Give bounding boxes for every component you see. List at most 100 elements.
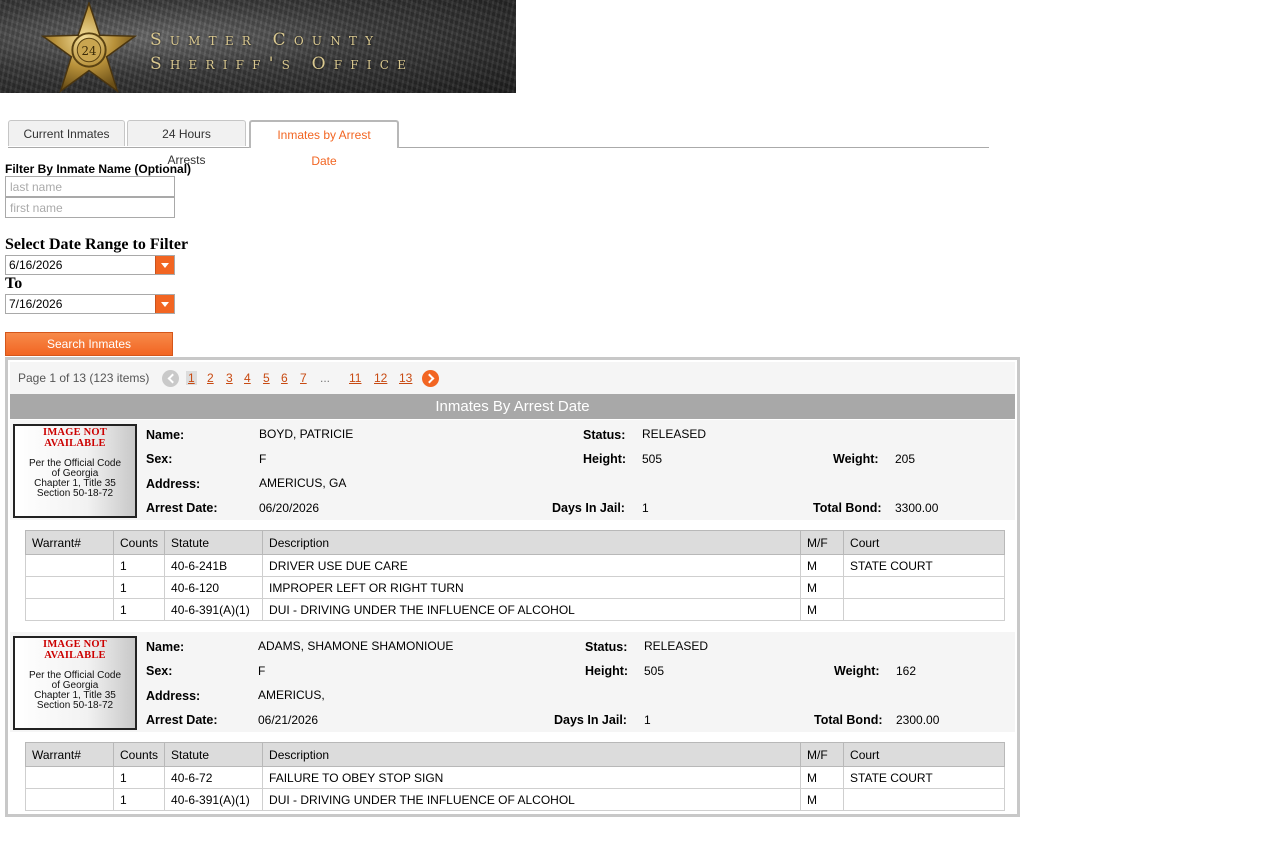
statute-cell: 40-6-391(A)(1) <box>164 598 264 621</box>
address-label: Address: <box>146 689 201 703</box>
page-ellipsis[interactable]: ... <box>320 371 330 385</box>
inmate-height: 505 <box>642 452 663 466</box>
col-statute: Statute <box>164 530 264 555</box>
search-inmates-button[interactable]: Search Inmates <box>5 332 173 356</box>
inmate-photo-placeholder: IMAGE NOT AVAILABLE Per the Official Cod… <box>13 636 137 730</box>
table-row: 1 40-6-120 IMPROPER LEFT OR RIGHT TURN M <box>25 576 1005 599</box>
to-label: To <box>5 275 23 292</box>
page-11[interactable]: 11 <box>349 371 361 385</box>
col-mf: M/F <box>800 530 845 555</box>
inmate-weight: 162 <box>896 664 917 678</box>
court-cell <box>843 598 1005 621</box>
mf-cell: M <box>800 766 845 789</box>
page-3[interactable]: 3 <box>226 371 233 385</box>
page-4[interactable]: 4 <box>244 371 251 385</box>
warrant-cell <box>25 766 114 789</box>
tab-24-hours-arrests[interactable]: 24 Hours Arrests <box>127 120 246 167</box>
inmates-grid: Page 1 of 13 (123 items) 1 2 3 4 5 6 7 .… <box>5 357 1020 817</box>
address-label: Address: <box>146 477 201 491</box>
inmate-sex: F <box>258 664 266 678</box>
total-bond-label: Total Bond: <box>814 713 883 727</box>
pager: Page 1 of 13 (123 items) 1 2 3 4 5 6 7 .… <box>10 362 1015 394</box>
inmate-status: RELEASED <box>642 427 707 441</box>
counts-cell: 1 <box>112 766 166 789</box>
table-row: 1 40-6-241B DRIVER USE DUE CARE M STATE … <box>25 554 1005 577</box>
tab-inmates-by-arrest-date[interactable]: Inmates by Arrest Date <box>249 120 399 168</box>
inmate-days-in-jail: 1 <box>644 713 651 727</box>
badge-number: 24 <box>82 44 97 58</box>
charges-header-row: Warrant# Counts Statute Description M/F … <box>25 530 1005 555</box>
status-label: Status: <box>583 428 626 442</box>
col-counts: Counts <box>112 530 166 555</box>
inmate-status: RELEASED <box>644 639 709 653</box>
days-in-jail-label: Days In Jail: <box>552 501 625 515</box>
description-cell: DUI - DRIVING UNDER THE INFLUENCE OF ALC… <box>262 598 802 621</box>
inmate-arrest-date: 06/20/2026 <box>259 501 320 515</box>
inmate-sex: F <box>259 452 267 466</box>
page-1[interactable]: 1 <box>186 371 197 385</box>
page-6[interactable]: 6 <box>281 371 288 385</box>
sheriff-star-icon: 24 <box>40 2 138 93</box>
description-cell: FAILURE TO OBEY STOP SIGN <box>262 766 802 789</box>
inmate-name: ADAMS, SHAMONE SHAMONIOUE <box>258 639 454 653</box>
name-label: Name: <box>146 428 185 442</box>
next-page-icon[interactable] <box>422 370 439 387</box>
official-code-text: Per the Official Code of Georgia Chapter… <box>28 670 122 711</box>
prev-page-icon[interactable] <box>162 370 179 387</box>
col-counts: Counts <box>112 742 166 767</box>
banner-line-1: Sumter County <box>150 30 382 50</box>
col-statute: Statute <box>164 742 264 767</box>
arrest-date-label: Arrest Date: <box>146 713 218 727</box>
col-court: Court <box>843 530 1005 555</box>
chevron-down-icon[interactable] <box>155 256 174 274</box>
date-range-label: Select Date Range to Filter <box>5 236 189 253</box>
name-label: Name: <box>146 640 185 654</box>
counts-cell: 1 <box>112 554 166 577</box>
col-description: Description <box>262 530 802 555</box>
warrant-cell <box>25 554 114 577</box>
charges-header-row: Warrant# Counts Statute Description M/F … <box>25 742 1005 767</box>
page-12[interactable]: 12 <box>374 371 387 385</box>
weight-label: Weight: <box>834 664 880 678</box>
inmate-details: IMAGE NOT AVAILABLE Per the Official Cod… <box>10 632 1015 732</box>
charges-table: Warrant# Counts Statute Description M/F … <box>25 742 1005 811</box>
inmate-height: 505 <box>644 664 665 678</box>
mf-cell: M <box>800 598 845 621</box>
sheriff-banner: 24 Sumter County Sheriff's Office <box>0 0 516 93</box>
description-cell: DRIVER USE DUE CARE <box>262 554 802 577</box>
weight-label: Weight: <box>833 452 879 466</box>
page-13[interactable]: 13 <box>399 371 412 385</box>
table-row: 1 40-6-391(A)(1) DUI - DRIVING UNDER THE… <box>25 598 1005 621</box>
col-court: Court <box>843 742 1005 767</box>
status-label: Status: <box>585 640 628 654</box>
warrant-cell <box>25 576 114 599</box>
pager-info: Page 1 of 13 (123 items) <box>18 371 150 385</box>
arrest-date-label: Arrest Date: <box>146 501 218 515</box>
days-in-jail-label: Days In Jail: <box>554 713 627 727</box>
to-date-picker[interactable]: 7/16/2026 <box>5 294 175 314</box>
from-date-value: 6/16/2026 <box>9 258 63 272</box>
page-5[interactable]: 5 <box>263 371 270 385</box>
warrant-cell <box>25 598 114 621</box>
charges-table: Warrant# Counts Statute Description M/F … <box>25 530 1005 621</box>
from-date-picker[interactable]: 6/16/2026 <box>5 255 175 275</box>
tab-current-inmates[interactable]: Current Inmates <box>8 120 125 146</box>
to-date-value: 7/16/2026 <box>9 297 63 311</box>
image-not-available-text: IMAGE NOT AVAILABLE <box>43 639 107 661</box>
table-row: 1 40-6-72 FAILURE TO OBEY STOP SIGN M ST… <box>25 766 1005 789</box>
page-2[interactable]: 2 <box>207 371 214 385</box>
inmate-arrest-date: 06/21/2026 <box>258 713 319 727</box>
inmate-photo-placeholder: IMAGE NOT AVAILABLE Per the Official Cod… <box>13 424 137 518</box>
chevron-down-icon[interactable] <box>155 295 174 313</box>
col-mf: M/F <box>800 742 845 767</box>
counts-cell: 1 <box>112 576 166 599</box>
height-label: Height: <box>583 452 627 466</box>
grid-title: Inmates By Arrest Date <box>10 394 1015 419</box>
first-name-input[interactable] <box>5 197 175 218</box>
court-cell: STATE COURT <box>843 766 1005 789</box>
banner-line-2: Sheriff's Office <box>150 54 415 74</box>
inmate-record: IMAGE NOT AVAILABLE Per the Official Cod… <box>10 420 1015 632</box>
page-7[interactable]: 7 <box>300 371 307 385</box>
last-name-input[interactable] <box>5 176 175 197</box>
inmate-name: BOYD, PATRICIE <box>259 427 354 441</box>
